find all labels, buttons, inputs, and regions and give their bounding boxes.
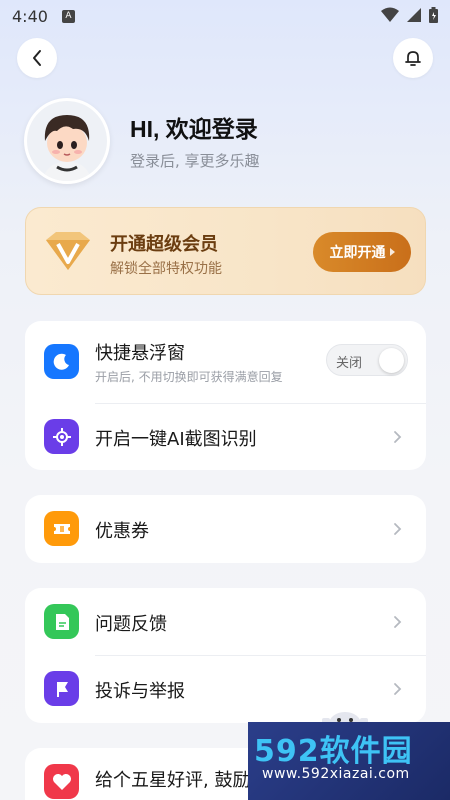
status-icons (381, 7, 438, 23)
toggle-state-label: 关闭 (336, 356, 363, 371)
document-icon (44, 604, 79, 639)
battery-icon (429, 7, 438, 23)
watermark: 592软件园 www.592xiazai.com (248, 722, 450, 800)
chevron-right-icon (394, 523, 402, 535)
arrow-right-icon (389, 248, 395, 256)
ai-screenshot-row[interactable]: 开启一键AI截图识别 (25, 403, 426, 470)
chevron-right-icon (394, 683, 402, 695)
ticket-icon (44, 511, 79, 546)
login-subtitle: 登录后, 享更多乐趣 (130, 152, 260, 170)
report-label: 投诉与举报 (95, 681, 185, 702)
moon-icon (44, 344, 79, 379)
watermark-logo: 592软件园 (254, 734, 413, 769)
vip-banner[interactable]: 开通超级会员 解锁全部特权功能 立即开通 (25, 207, 426, 295)
floating-window-row: 快捷悬浮窗 开启后, 不用切换即可获得满意回复 关闭 (25, 321, 426, 403)
notification-button[interactable] (393, 38, 433, 78)
flag-icon (44, 671, 79, 706)
toggle-knob (379, 348, 404, 373)
chevron-right-icon (394, 431, 402, 443)
watermark-url: www.592xiazai.com (262, 766, 410, 782)
chevron-left-icon (33, 50, 41, 66)
status-time: 4:40 (12, 6, 48, 26)
coupon-label: 优惠券 (95, 521, 149, 542)
feedback-row[interactable]: 问题反馈 (25, 588, 426, 656)
floating-window-toggle[interactable]: 关闭 (326, 344, 408, 376)
vip-title: 开通超级会员 (110, 234, 218, 255)
crosshair-icon (44, 419, 79, 454)
signal-icon (407, 8, 421, 22)
diamond-icon (46, 232, 90, 270)
coupon-card: 优惠券 (25, 495, 426, 563)
floating-window-label: 快捷悬浮窗 (95, 343, 185, 364)
vip-subtitle: 解锁全部特权功能 (110, 261, 222, 277)
avatar-illustration (27, 101, 107, 181)
open-vip-label: 立即开通 (329, 245, 386, 261)
wifi-icon (381, 7, 399, 22)
chevron-right-icon (394, 616, 402, 628)
open-vip-button[interactable]: 立即开通 (313, 232, 411, 272)
floating-window-desc: 开启后, 不用切换即可获得满意回复 (95, 370, 283, 384)
avatar[interactable] (24, 98, 110, 184)
back-button[interactable] (17, 38, 57, 78)
status-bar: 4:40 A (0, 0, 450, 32)
feedback-label: 问题反馈 (95, 614, 167, 635)
ai-screenshot-label: 开启一键AI截图识别 (95, 429, 257, 450)
tools-card: 快捷悬浮窗 开启后, 不用切换即可获得满意回复 关闭 开启一键AI截图识别 (25, 321, 426, 470)
notification-icon: A (61, 9, 75, 23)
login-title[interactable]: HI, 欢迎登录 (130, 110, 258, 144)
coupon-row[interactable]: 优惠券 (25, 495, 426, 563)
bell-icon (405, 51, 421, 66)
support-card: 问题反馈 投诉与举报 (25, 588, 426, 723)
heart-icon (44, 764, 79, 799)
